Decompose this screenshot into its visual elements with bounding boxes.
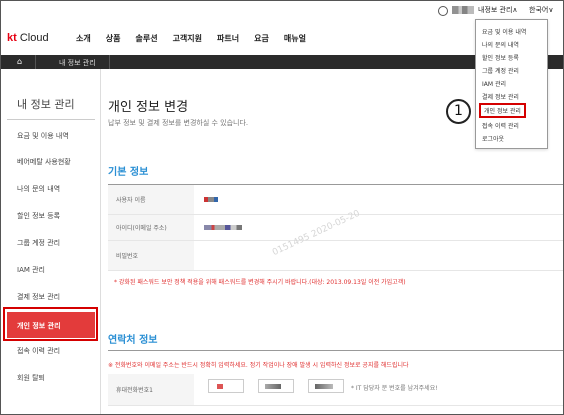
sidebar-item-baremetal[interactable]: 베어메탈 사용현황 xyxy=(17,157,71,167)
sidebar-item-group-account[interactable]: 그룹 계정 관리 xyxy=(17,238,60,248)
my-info-dropdown: 요금 및 이용 내역 나의 문의 내역 할인 정보 등록 그룹 계정 관리 IA… xyxy=(475,19,548,149)
nav-item-products[interactable]: 상품 xyxy=(106,33,121,44)
nav-item-pricing[interactable]: 요금 xyxy=(254,33,269,44)
table-row: 비밀번호 xyxy=(108,241,563,271)
step-callout: 1 xyxy=(446,99,471,124)
row-label: 아이디(이메일 주소) xyxy=(108,215,194,240)
sidebar-item-inquiries[interactable]: 나의 문의 내역 xyxy=(17,184,60,194)
sidebar-item-discount[interactable]: 할인 정보 등록 xyxy=(17,211,60,221)
dropdown-item-logout[interactable]: 로그아웃 xyxy=(482,134,504,143)
username-redacted xyxy=(452,6,474,14)
redacted-value xyxy=(217,384,223,389)
row-label: 휴대전화번호1 xyxy=(108,374,194,405)
my-info-menu[interactable]: 내정보 관리∧ xyxy=(478,5,518,15)
dropdown-item-billing[interactable]: 요금 및 이용 내역 xyxy=(482,27,526,36)
logo[interactable]: kt Cloud xyxy=(7,32,49,44)
breadcrumb-divider xyxy=(35,55,36,69)
breadcrumb-current[interactable]: 내 정보 관리 xyxy=(59,58,96,68)
redacted-email xyxy=(204,225,242,230)
phone-last-input[interactable] xyxy=(308,379,344,393)
redacted-value xyxy=(315,384,333,389)
sidebar-item-iam[interactable]: IAM 관리 xyxy=(17,265,45,275)
nav-item-manual[interactable]: 매뉴얼 xyxy=(284,33,306,44)
nav-item-solutions[interactable]: 솔루션 xyxy=(135,33,157,44)
page-subtitle: 납부 정보 및 결제 정보를 변경하실 수 있습니다. xyxy=(108,119,249,127)
section-divider xyxy=(108,350,563,351)
page-frame: 내정보 관리∧ 한국어∨ kt Cloud 소개 상품 솔루션 고객지원 파트너… xyxy=(0,0,564,415)
basic-info-title: 기본 정보 xyxy=(108,167,149,178)
phone-prefix-select[interactable] xyxy=(208,379,244,393)
dropdown-item-iam[interactable]: IAM 관리 xyxy=(482,79,506,88)
dropdown-item-access-history[interactable]: 접속 이력 관리 xyxy=(482,121,519,130)
utility-bar: 내정보 관리∧ 한국어∨ xyxy=(1,1,563,21)
row-label: 사용자 이름 xyxy=(108,185,194,214)
table-row: 사용자 이름 xyxy=(108,185,563,215)
dropdown-item-discount[interactable]: 할인 정보 등록 xyxy=(482,53,519,62)
nav-item-support[interactable]: 고객지원 xyxy=(173,33,202,44)
redacted-value xyxy=(265,384,281,389)
sidebar: 내 정보 관리 요금 및 이용 내역 베어메탈 사용현황 나의 문의 내역 할인… xyxy=(1,69,101,414)
contact-info-title: 연락처 정보 xyxy=(108,335,158,346)
sidebar-item-access-history[interactable]: 접속 이력 관리 xyxy=(17,346,60,356)
dropdown-item-inquiries[interactable]: 나의 문의 내역 xyxy=(482,40,519,49)
row-label: 비밀번호 xyxy=(108,241,194,270)
user-icon[interactable] xyxy=(438,6,448,16)
nav-item-partners[interactable]: 파트너 xyxy=(217,33,239,44)
table-row: 휴대전화번호1 * IT 담당자 분 번호를 남겨주세요! xyxy=(108,374,563,406)
home-icon[interactable]: ⌂ xyxy=(17,57,22,66)
sidebar-item-withdraw[interactable]: 회원 탈퇴 xyxy=(17,373,45,383)
breadcrumb-divider xyxy=(109,55,110,69)
sidebar-title: 내 정보 관리 xyxy=(17,98,75,111)
redacted-name xyxy=(204,197,218,202)
dropdown-item-payment[interactable]: 결제 정보 관리 xyxy=(482,92,519,101)
dropdown-item-personal-info[interactable]: 개인 정보 관리 xyxy=(479,103,526,118)
dropdown-item-group-account[interactable]: 그룹 계정 관리 xyxy=(482,66,519,75)
password-policy-note: * 강화된 패스워드 보안 정책 적용을 위해 패스워드를 변경해 주시기 바랍… xyxy=(114,279,406,286)
phone-middle-input[interactable] xyxy=(258,379,294,393)
sidebar-item-billing[interactable]: 요금 및 이용 내역 xyxy=(17,131,69,141)
sidebar-item-payment[interactable]: 결제 정보 관리 xyxy=(17,292,60,302)
page-title: 개인 정보 변경 xyxy=(108,100,189,115)
phone-hint: * IT 담당자 분 번호를 남겨주세요! xyxy=(351,385,438,392)
highlight-box xyxy=(3,307,98,341)
nav-item-about[interactable]: 소개 xyxy=(76,33,91,44)
nav-menu: 소개 상품 솔루션 고객지원 파트너 요금 매뉴얼 xyxy=(76,33,321,44)
contact-note: ※ 전화번호와 이메일 주소는 반드시 정확히 입력하세요. 정기 작업이나 장… xyxy=(108,362,409,369)
sidebar-divider xyxy=(7,119,95,120)
language-select[interactable]: 한국어∨ xyxy=(529,5,553,15)
